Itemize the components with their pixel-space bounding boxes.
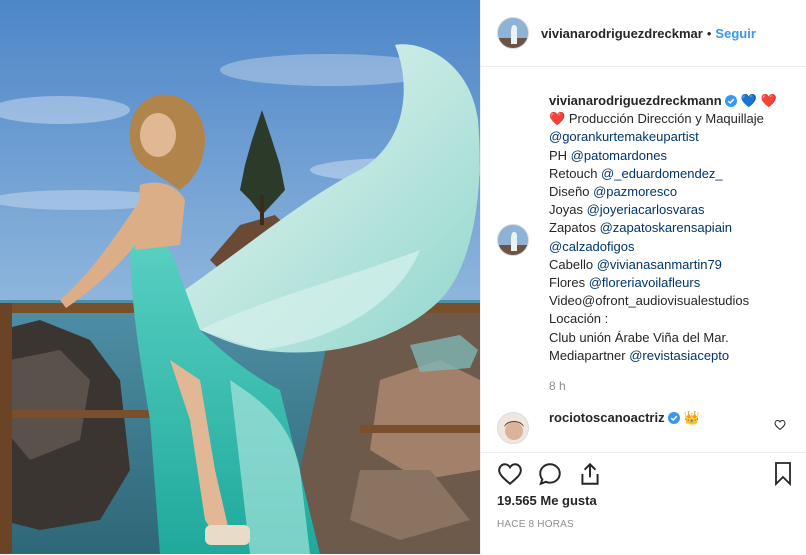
mention-retouch[interactable]: @_eduardomendez_ xyxy=(601,166,723,181)
follow-button[interactable]: Seguir xyxy=(715,26,755,41)
header-separator: • xyxy=(706,25,712,41)
mention-design[interactable]: @pazmoresco xyxy=(593,184,677,199)
likes-count[interactable]: 19.565 Me gusta xyxy=(497,493,597,508)
caption-avatar-image xyxy=(498,225,528,255)
caption-time[interactable]: 8 h xyxy=(549,377,799,395)
red-heart-emoji-2: ❤️ xyxy=(549,111,566,127)
mention-makeup[interactable]: @gorankurtemakeupartist xyxy=(549,129,699,144)
mention-jewelry[interactable]: @joyeriacarlosvaras xyxy=(587,202,705,217)
caption-text: vivianarodriguezdreckmann 💙 ❤️ ❤️ Produc… xyxy=(549,92,799,395)
comment-row: rociotoscanoactriz 👑 xyxy=(549,410,700,426)
share-icon[interactable] xyxy=(577,461,603,487)
comment-icon[interactable] xyxy=(537,461,563,487)
mention-flowers[interactable]: @floreriavoilafleurs xyxy=(589,275,700,290)
caption-prefix-shoes: Zapatos xyxy=(549,220,600,236)
post-time-ago[interactable]: HACE 8 HORAS xyxy=(497,519,574,530)
mention-shoes[interactable]: @zapatoskarensapiain xyxy=(600,220,732,235)
heart-icon[interactable] xyxy=(497,461,523,487)
blue-heart-emoji: 💙 xyxy=(740,93,758,108)
caption-prefix-ph: PH xyxy=(549,147,571,163)
caption-username[interactable]: vivianarodriguezdreckmann xyxy=(549,93,722,108)
commenter-avatar-image xyxy=(498,413,528,443)
comments-area[interactable]: vivianarodriguezdreckmann 💙 ❤️ ❤️ Produc… xyxy=(481,67,806,452)
caption-prefix-jewelry: Joyas xyxy=(549,202,587,218)
header-username[interactable]: vivianarodriguezdreckmar xyxy=(541,26,703,41)
commenter-avatar[interactable] xyxy=(497,412,529,444)
post-photo[interactable] xyxy=(0,0,480,554)
caption-prefix-hair: Cabello xyxy=(549,256,597,272)
mention-hair[interactable]: @vivianasanmartin79 xyxy=(597,257,722,272)
post-sidebar: vivianarodriguezdreckmar • Seguir vivian… xyxy=(480,0,806,554)
red-heart-emoji: ❤️ xyxy=(760,93,777,108)
verified-icon xyxy=(668,412,681,424)
caption-line-video: Video@ofront_audiovisualestudios xyxy=(549,293,750,309)
caption-line-production: Producción Dirección y Maquillaje xyxy=(568,111,764,127)
author-avatar[interactable] xyxy=(497,17,529,49)
post-header: vivianarodriguezdreckmar • Seguir xyxy=(481,0,806,67)
post-actions: 19.565 Me gusta HACE 8 HORAS xyxy=(481,452,806,555)
mention-mediapartner[interactable]: @revistasiacepto xyxy=(629,348,729,363)
mention-photographer[interactable]: @patomardones xyxy=(571,148,667,163)
caption-prefix-mediapartner: Mediapartner xyxy=(549,347,630,363)
caption-avatar[interactable] xyxy=(497,224,529,256)
commenter-username[interactable]: rociotoscanoactriz xyxy=(549,410,665,425)
verified-icon xyxy=(725,95,738,107)
comment-emoji: 👑 xyxy=(683,410,701,425)
bookmark-icon[interactable] xyxy=(771,461,795,487)
small-heart-icon[interactable] xyxy=(774,419,786,431)
caption-prefix-design: Diseño xyxy=(549,184,594,200)
avatar-image xyxy=(498,18,528,48)
caption-prefix-retouch: Retouch xyxy=(549,165,602,181)
caption-line-location-label: Locación : xyxy=(549,311,609,327)
photo-scene xyxy=(0,0,480,554)
caption-line-location: Club unión Árabe Viña del Mar. xyxy=(549,329,729,345)
mention-shoes-2[interactable]: @calzadofigos xyxy=(549,239,634,254)
caption-prefix-flowers: Flores xyxy=(549,275,589,291)
